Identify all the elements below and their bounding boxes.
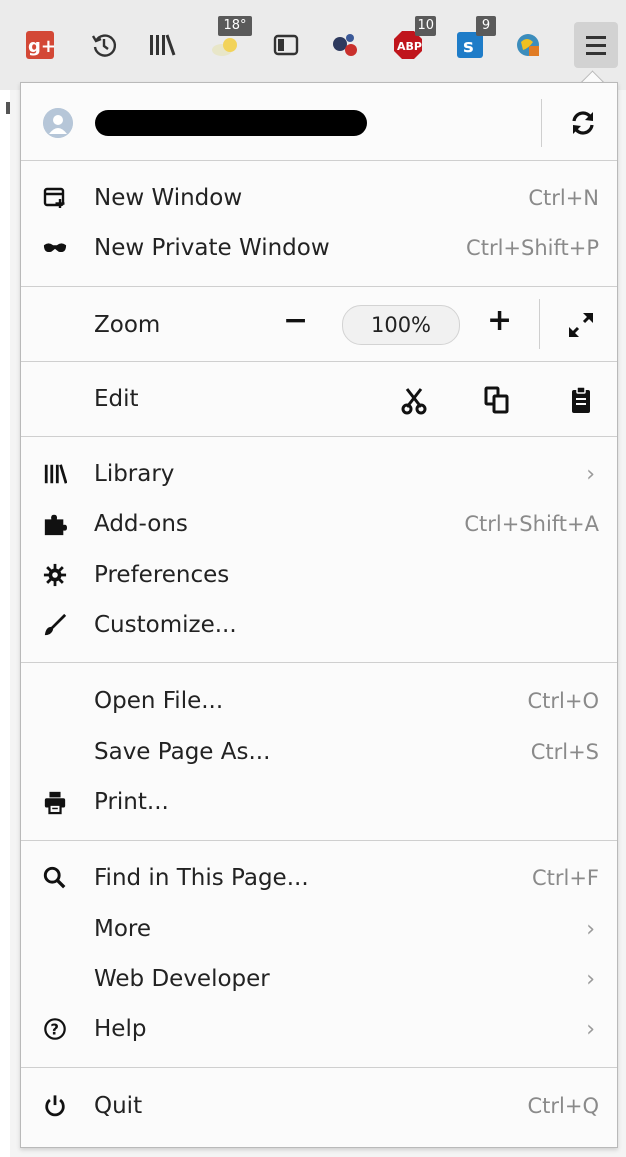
paste-icon[interactable] [569,385,593,419]
help-icon: ? [43,1017,67,1041]
zoom-in-button[interactable]: + [487,303,512,338]
menu-item-open-file[interactable]: Open File... Ctrl+O [21,677,617,725]
menu-item-new-window[interactable]: New Window Ctrl+N [21,174,617,222]
menu-item-new-private-window[interactable]: New Private Window Ctrl+Shift+P [21,224,617,272]
zoom-value: 100% [370,313,432,337]
library-icon [43,462,67,486]
menu-item-find-in-page[interactable]: Find in This Page... Ctrl+F [21,854,617,902]
menu-item-label: New Private Window [94,235,330,261]
menu-item-label: New Window [94,185,243,211]
menu-item-label: Preferences [94,562,230,588]
menu-item-label: More [94,916,152,942]
app-menu-panel: New Window Ctrl+N New Private Window Ctr… [20,82,618,1148]
svg-text:?: ? [50,1022,59,1039]
extension-s-badge: 9 [476,16,496,36]
adblock-icon[interactable]: ABP 10 [392,16,436,62]
weather-badge: 18° [218,16,252,36]
separator [21,286,617,287]
separator [21,840,617,841]
vertical-divider [541,99,542,147]
redacted-account-name[interactable] [95,110,367,136]
menu-item-save-page-as[interactable]: Save Page As... Ctrl+S [21,728,617,776]
svg-text:s: s [463,36,474,57]
shortcut-label: Ctrl+Q [527,1094,600,1118]
menu-item-label: Quit [94,1093,143,1119]
shortcut-label: Ctrl+O [527,689,600,713]
private-mask-icon [43,236,67,260]
fullscreen-icon[interactable] [567,311,595,343]
zoom-reset-button[interactable]: 100% [342,305,460,345]
library-icon[interactable] [146,28,178,62]
extension-globe-icon[interactable] [512,28,544,62]
puzzle-icon [43,512,67,536]
separator [21,361,617,362]
menu-item-zoom: Zoom [21,301,617,349]
chevron-right-icon: › [586,916,595,942]
menu-item-preferences[interactable]: Preferences [21,551,617,599]
shortcut-label: Ctrl+Shift+A [464,512,599,536]
menu-item-label: Save Page As... [94,739,271,765]
separator [21,1067,617,1068]
google-plus-icon[interactable]: g+ [24,28,56,62]
menu-item-customize[interactable]: Customize... [21,601,617,649]
menu-item-label: Library [94,461,175,487]
weather-icon[interactable]: 18° [210,16,252,62]
svg-text:ABP: ABP [397,40,422,53]
extension-molecule-icon[interactable] [330,28,362,62]
separator [21,662,617,663]
menu-item-label: Print... [94,789,169,815]
sidebar-icon[interactable] [270,28,302,62]
hamburger-menu-icon[interactable] [574,22,618,68]
shortcut-label: Ctrl+F [531,866,599,890]
chevron-right-icon: › [586,461,595,487]
edit-label: Edit [94,386,139,412]
chevron-right-icon: › [586,966,595,992]
sync-icon[interactable] [569,109,597,141]
printer-icon [43,790,67,815]
svg-text:g+: g+ [28,36,55,57]
menu-item-add-ons[interactable]: Add-ons Ctrl+Shift+A [21,500,617,548]
browser-toolbar: g+ 18° ABP 10 s 9 [0,0,626,90]
zoom-out-button[interactable]: − [283,303,308,338]
account-avatar-icon[interactable] [43,108,73,138]
menu-item-library[interactable]: Library › [21,450,617,498]
shortcut-label: Ctrl+S [530,740,599,764]
shortcut-label: Ctrl+Shift+P [466,236,599,260]
menu-item-label: Find in This Page... [94,865,309,891]
copy-icon[interactable] [483,385,511,419]
separator [21,436,617,437]
extension-s-icon[interactable]: s 9 [454,16,496,62]
menu-item-edit: Edit [21,375,617,423]
zoom-label: Zoom [94,312,161,338]
gear-icon [43,563,67,587]
page-edge [0,90,10,1157]
menu-item-label: Add-ons [94,511,188,537]
shortcut-label: Ctrl+N [528,186,599,210]
search-icon [43,866,67,890]
menu-item-label: Customize... [94,612,237,638]
chevron-right-icon: › [586,1016,595,1042]
menu-item-help[interactable]: ? Help › [21,1005,617,1053]
separator [21,160,617,161]
history-icon[interactable] [88,28,120,62]
menu-item-label: Open File... [94,688,224,714]
menu-item-more[interactable]: More › [21,905,617,953]
brush-icon [43,613,67,637]
new-window-icon [43,186,67,210]
menu-item-label: Help [94,1016,147,1042]
vertical-divider [539,299,540,349]
menu-item-print[interactable]: Print... [21,778,617,826]
cut-icon[interactable] [401,387,427,419]
menu-item-web-developer[interactable]: Web Developer › [21,955,617,1003]
menu-item-quit[interactable]: Quit Ctrl+Q [21,1082,617,1130]
power-icon [43,1094,67,1118]
adblock-badge: 10 [415,16,436,36]
menu-item-label: Web Developer [94,966,270,992]
